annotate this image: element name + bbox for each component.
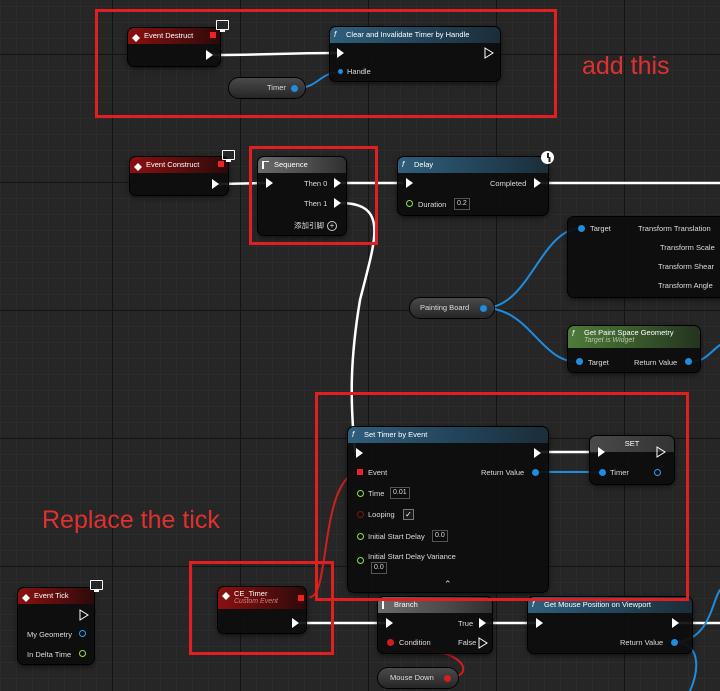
event-construct-title: Event Construct bbox=[146, 160, 200, 169]
return-value-pin[interactable] bbox=[671, 639, 678, 646]
transform-translation-label: Transform Translation bbox=[638, 224, 711, 233]
false-pin[interactable] bbox=[478, 637, 488, 649]
event-tick-node[interactable]: Event Tick My Geometry In Delta Time bbox=[18, 588, 94, 664]
annotation-box-add bbox=[95, 9, 557, 118]
completed-label: Completed bbox=[490, 179, 527, 188]
exec-out-pin[interactable] bbox=[672, 618, 679, 628]
get-mouse-position-node[interactable]: f Get Mouse Position on Viewport Return … bbox=[528, 597, 692, 653]
duration-label: Duration bbox=[418, 200, 447, 209]
event-diamond-icon bbox=[134, 161, 142, 171]
return-value-label: Return Value bbox=[634, 358, 678, 367]
transform-node[interactable]: Target Transform Translation Transform S… bbox=[568, 217, 720, 297]
completed-pin[interactable] bbox=[534, 178, 541, 188]
get-paint-space-node[interactable]: f Get Paint Space Geometry Target is Wid… bbox=[568, 326, 700, 372]
annotation-replace-tick: Replace the tick bbox=[42, 506, 220, 534]
transform-scale-label: Transform Scale bbox=[660, 243, 715, 252]
wire-board-to-paint bbox=[483, 307, 579, 363]
painting-board-variable[interactable]: Painting Board bbox=[410, 298, 494, 318]
my-geometry-pin[interactable] bbox=[79, 630, 86, 637]
node-header: Event Tick bbox=[18, 588, 94, 604]
annotation-box-cetimer bbox=[189, 561, 334, 655]
delay-title: Delay bbox=[414, 160, 434, 169]
condition-label: Condition bbox=[399, 638, 431, 647]
function-f-icon: f bbox=[402, 160, 405, 169]
transform-shear-label: Transform Shear bbox=[658, 262, 714, 271]
node-header: Event Construct bbox=[130, 157, 228, 173]
target-pin[interactable] bbox=[576, 358, 583, 365]
node-header: f Delay bbox=[398, 157, 548, 173]
branch-title: Branch bbox=[394, 600, 418, 609]
function-f-icon: f bbox=[532, 600, 535, 609]
get-paint-space-subtitle: Target is Widget bbox=[584, 337, 635, 344]
exec-in-pin[interactable] bbox=[386, 618, 393, 628]
exec-out-hollow-icon[interactable] bbox=[79, 609, 89, 621]
event-tick-title: Event Tick bbox=[34, 591, 69, 600]
annotation-box-settimer bbox=[315, 392, 689, 601]
true-pin[interactable] bbox=[479, 618, 486, 628]
true-label: True bbox=[458, 619, 474, 628]
monitor-icon bbox=[222, 150, 235, 162]
painting-board-out-pin[interactable] bbox=[480, 305, 487, 312]
return-value-pin[interactable] bbox=[685, 358, 692, 365]
duration-pin[interactable] bbox=[406, 200, 413, 207]
exec-out-pin[interactable] bbox=[212, 179, 219, 189]
condition-pin[interactable] bbox=[387, 639, 394, 646]
my-geometry-label: My Geometry bbox=[27, 630, 73, 639]
mouse-down-label: Mouse Down bbox=[390, 673, 434, 682]
annotation-add-this: add this bbox=[582, 52, 670, 80]
in-delta-time-pin[interactable] bbox=[79, 650, 86, 657]
mouse-down-out-pin[interactable] bbox=[444, 675, 451, 682]
false-label: False bbox=[458, 638, 477, 647]
event-diamond-icon bbox=[22, 592, 30, 602]
painting-board-label: Painting Board bbox=[420, 303, 470, 312]
function-f-icon: f bbox=[572, 329, 575, 338]
mouse-down-variable[interactable]: Mouse Down bbox=[378, 668, 458, 688]
target-label: Target bbox=[588, 358, 609, 367]
target-label: Target bbox=[590, 224, 611, 233]
branch-icon bbox=[382, 601, 388, 609]
get-mouse-position-title: Get Mouse Position on Viewport bbox=[544, 600, 652, 609]
monitor-icon bbox=[90, 580, 103, 592]
delegate-pin[interactable] bbox=[218, 161, 224, 167]
target-pin[interactable] bbox=[578, 225, 585, 232]
exec-in-pin[interactable] bbox=[406, 178, 413, 188]
delay-node[interactable]: f Delay Completed Duration 0.2 bbox=[398, 157, 548, 215]
node-header: f Get Paint Space Geometry Target is Wid… bbox=[568, 326, 700, 348]
exec-in-pin[interactable] bbox=[536, 618, 543, 628]
in-delta-time-label: In Delta Time bbox=[27, 650, 72, 659]
branch-node[interactable]: Branch True Condition False bbox=[378, 597, 492, 653]
duration-field[interactable]: 0.2 bbox=[454, 198, 470, 210]
transform-angle-label: Transform Angle bbox=[658, 281, 713, 290]
return-value-label: Return Value bbox=[620, 638, 664, 647]
annotation-box-sequence bbox=[249, 146, 378, 245]
event-construct-node[interactable]: Event Construct bbox=[130, 157, 228, 195]
clock-icon bbox=[541, 151, 554, 164]
